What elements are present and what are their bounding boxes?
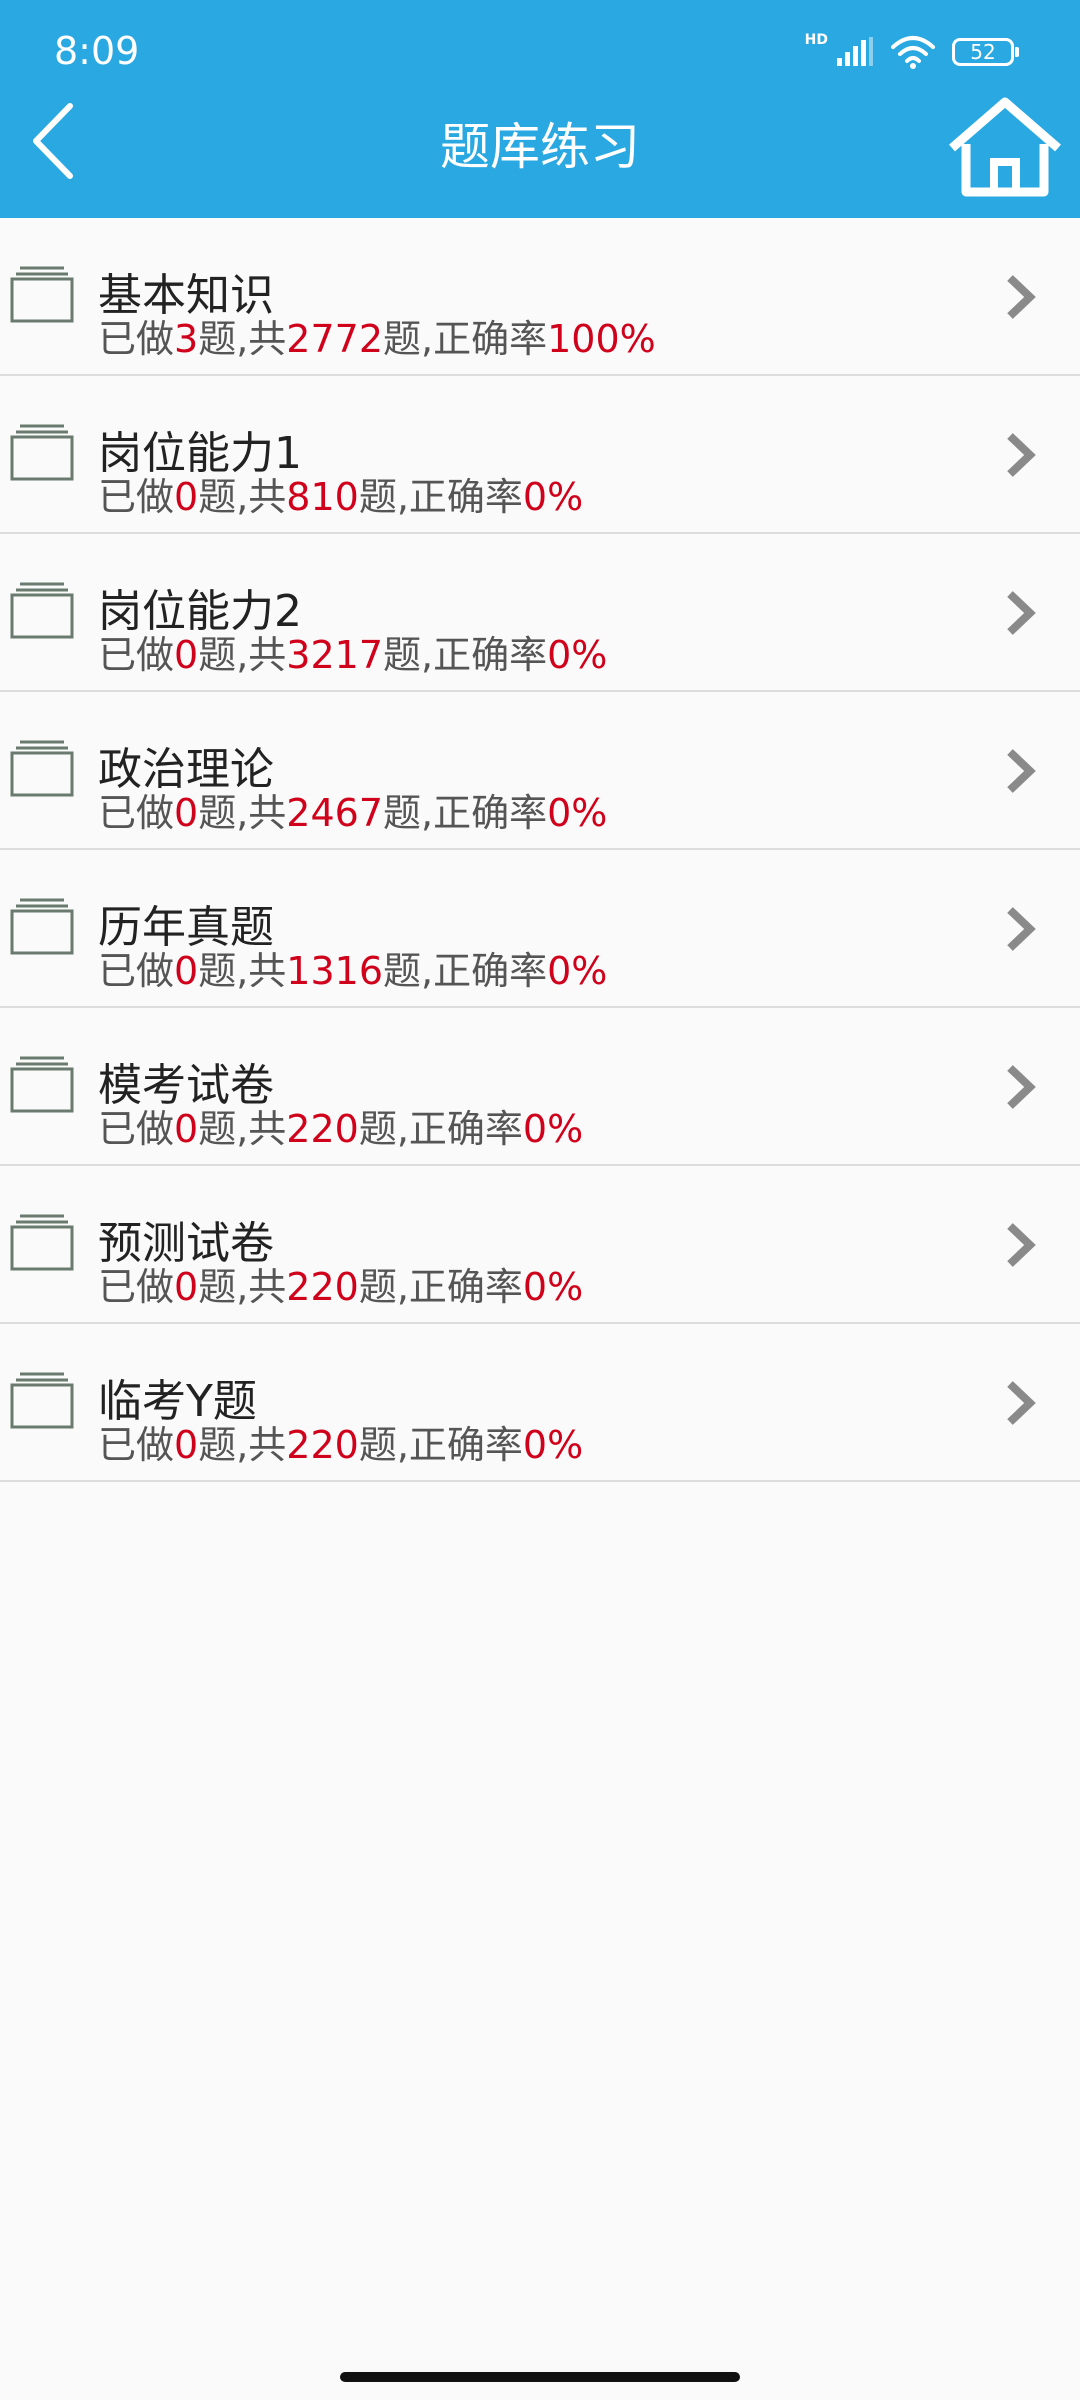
- item-stats: 已做0题,共220题,正确率0%: [98, 1104, 583, 1154]
- list-item[interactable]: 基本知识 已做3题,共2772题,正确率100%: [0, 218, 1080, 376]
- rate-prefix: 题,正确率: [358, 1107, 523, 1151]
- home-indicator[interactable]: [340, 2372, 740, 2382]
- done-count: 0: [174, 791, 199, 835]
- app-header: 8:09 HD 52 题库练习: [0, 0, 1080, 218]
- accuracy-rate: 0%: [547, 633, 608, 677]
- list-item[interactable]: 预测试卷 已做0题,共220题,正确率0%: [0, 1166, 1080, 1324]
- list-item[interactable]: 模考试卷 已做0题,共220题,正确率0%: [0, 1008, 1080, 1166]
- home-icon[interactable]: [940, 96, 1070, 200]
- done-prefix: 已做: [98, 1265, 175, 1309]
- total-count: 220: [286, 1423, 359, 1467]
- chevron-right-icon: [1007, 591, 1036, 635]
- done-count: 3: [174, 317, 199, 361]
- accuracy-rate: 0%: [522, 1423, 584, 1467]
- chevron-right-icon: [1007, 1381, 1036, 1425]
- done-count: 0: [174, 1423, 199, 1467]
- accuracy-rate: 0%: [522, 1107, 584, 1151]
- list-item[interactable]: 临考Y题 已做0题,共220题,正确率0%: [0, 1324, 1080, 1482]
- rate-prefix: 题,正确率: [358, 475, 523, 519]
- rate-prefix: 题,正确率: [383, 949, 548, 993]
- folder-icon: [10, 1214, 74, 1271]
- total-count: 3217: [286, 633, 384, 677]
- total-count: 1316: [286, 949, 384, 993]
- accuracy-rate: 0%: [547, 949, 608, 993]
- total-prefix: 题,共: [198, 633, 287, 677]
- total-prefix: 题,共: [198, 1423, 287, 1467]
- item-stats: 已做3题,共2772题,正确率100%: [98, 314, 656, 364]
- total-prefix: 题,共: [198, 475, 287, 519]
- total-prefix: 题,共: [198, 1107, 287, 1151]
- done-count: 0: [174, 633, 199, 677]
- accuracy-rate: 100%: [547, 317, 656, 361]
- done-prefix: 已做: [98, 317, 175, 361]
- item-stats: 已做0题,共3217题,正确率0%: [98, 630, 607, 680]
- item-stats: 已做0题,共810题,正确率0%: [98, 472, 583, 522]
- done-prefix: 已做: [98, 475, 175, 519]
- folder-icon: [10, 1056, 74, 1113]
- done-prefix: 已做: [98, 633, 175, 677]
- status-time: 8:09: [54, 29, 140, 73]
- list-item[interactable]: 政治理论 已做0题,共2467题,正确率0%: [0, 692, 1080, 850]
- total-prefix: 题,共: [198, 317, 287, 361]
- total-prefix: 题,共: [198, 949, 287, 993]
- done-count: 0: [174, 1107, 199, 1151]
- chevron-right-icon: [1007, 1065, 1036, 1109]
- status-icons: HD 52: [804, 30, 1019, 74]
- item-stats: 已做0题,共220题,正确率0%: [98, 1420, 583, 1470]
- rate-prefix: 题,正确率: [358, 1265, 523, 1309]
- done-prefix: 已做: [98, 791, 175, 835]
- chevron-right-icon: [1007, 1223, 1036, 1267]
- total-count: 2467: [286, 791, 384, 835]
- done-prefix: 已做: [98, 949, 175, 993]
- total-count: 220: [286, 1265, 359, 1309]
- chevron-right-icon: [1007, 275, 1036, 319]
- total-prefix: 题,共: [198, 791, 287, 835]
- total-count: 2772: [286, 317, 384, 361]
- accuracy-rate: 0%: [522, 475, 584, 519]
- rate-prefix: 题,正确率: [383, 317, 548, 361]
- folder-icon: [10, 266, 74, 323]
- signal-icon: [837, 37, 873, 66]
- rate-prefix: 题,正确率: [383, 633, 548, 677]
- done-count: 0: [174, 949, 199, 993]
- item-stats: 已做0题,共220题,正确率0%: [98, 1262, 583, 1312]
- question-bank-list: 基本知识 已做3题,共2772题,正确率100% 岗位能力1 已做0题,共810…: [0, 218, 1080, 1482]
- folder-icon: [10, 898, 74, 955]
- list-item[interactable]: 岗位能力2 已做0题,共3217题,正确率0%: [0, 534, 1080, 692]
- done-prefix: 已做: [98, 1423, 175, 1467]
- list-item[interactable]: 岗位能力1 已做0题,共810题,正确率0%: [0, 376, 1080, 534]
- folder-icon: [10, 582, 74, 639]
- item-stats: 已做0题,共1316题,正确率0%: [98, 946, 607, 996]
- wifi-icon: [891, 36, 935, 69]
- accuracy-rate: 0%: [522, 1265, 584, 1309]
- total-prefix: 题,共: [198, 1265, 287, 1309]
- chevron-right-icon: [1007, 907, 1036, 951]
- done-count: 0: [174, 1265, 199, 1309]
- list-item[interactable]: 历年真题 已做0题,共1316题,正确率0%: [0, 850, 1080, 1008]
- rate-prefix: 题,正确率: [383, 791, 548, 835]
- total-count: 810: [286, 475, 359, 519]
- battery-level: 52: [970, 40, 996, 64]
- chevron-right-icon: [1007, 433, 1036, 477]
- battery-icon: 52: [952, 38, 1019, 66]
- hd-indicator: HD: [804, 32, 828, 48]
- done-prefix: 已做: [98, 1107, 175, 1151]
- page-title: 题库练习: [440, 118, 640, 176]
- chevron-right-icon: [1007, 749, 1036, 793]
- folder-icon: [10, 424, 74, 481]
- rate-prefix: 题,正确率: [358, 1423, 523, 1467]
- folder-icon: [10, 1372, 74, 1429]
- item-stats: 已做0题,共2467题,正确率0%: [98, 788, 607, 838]
- folder-icon: [10, 740, 74, 797]
- done-count: 0: [174, 475, 199, 519]
- total-count: 220: [286, 1107, 359, 1151]
- accuracy-rate: 0%: [547, 791, 608, 835]
